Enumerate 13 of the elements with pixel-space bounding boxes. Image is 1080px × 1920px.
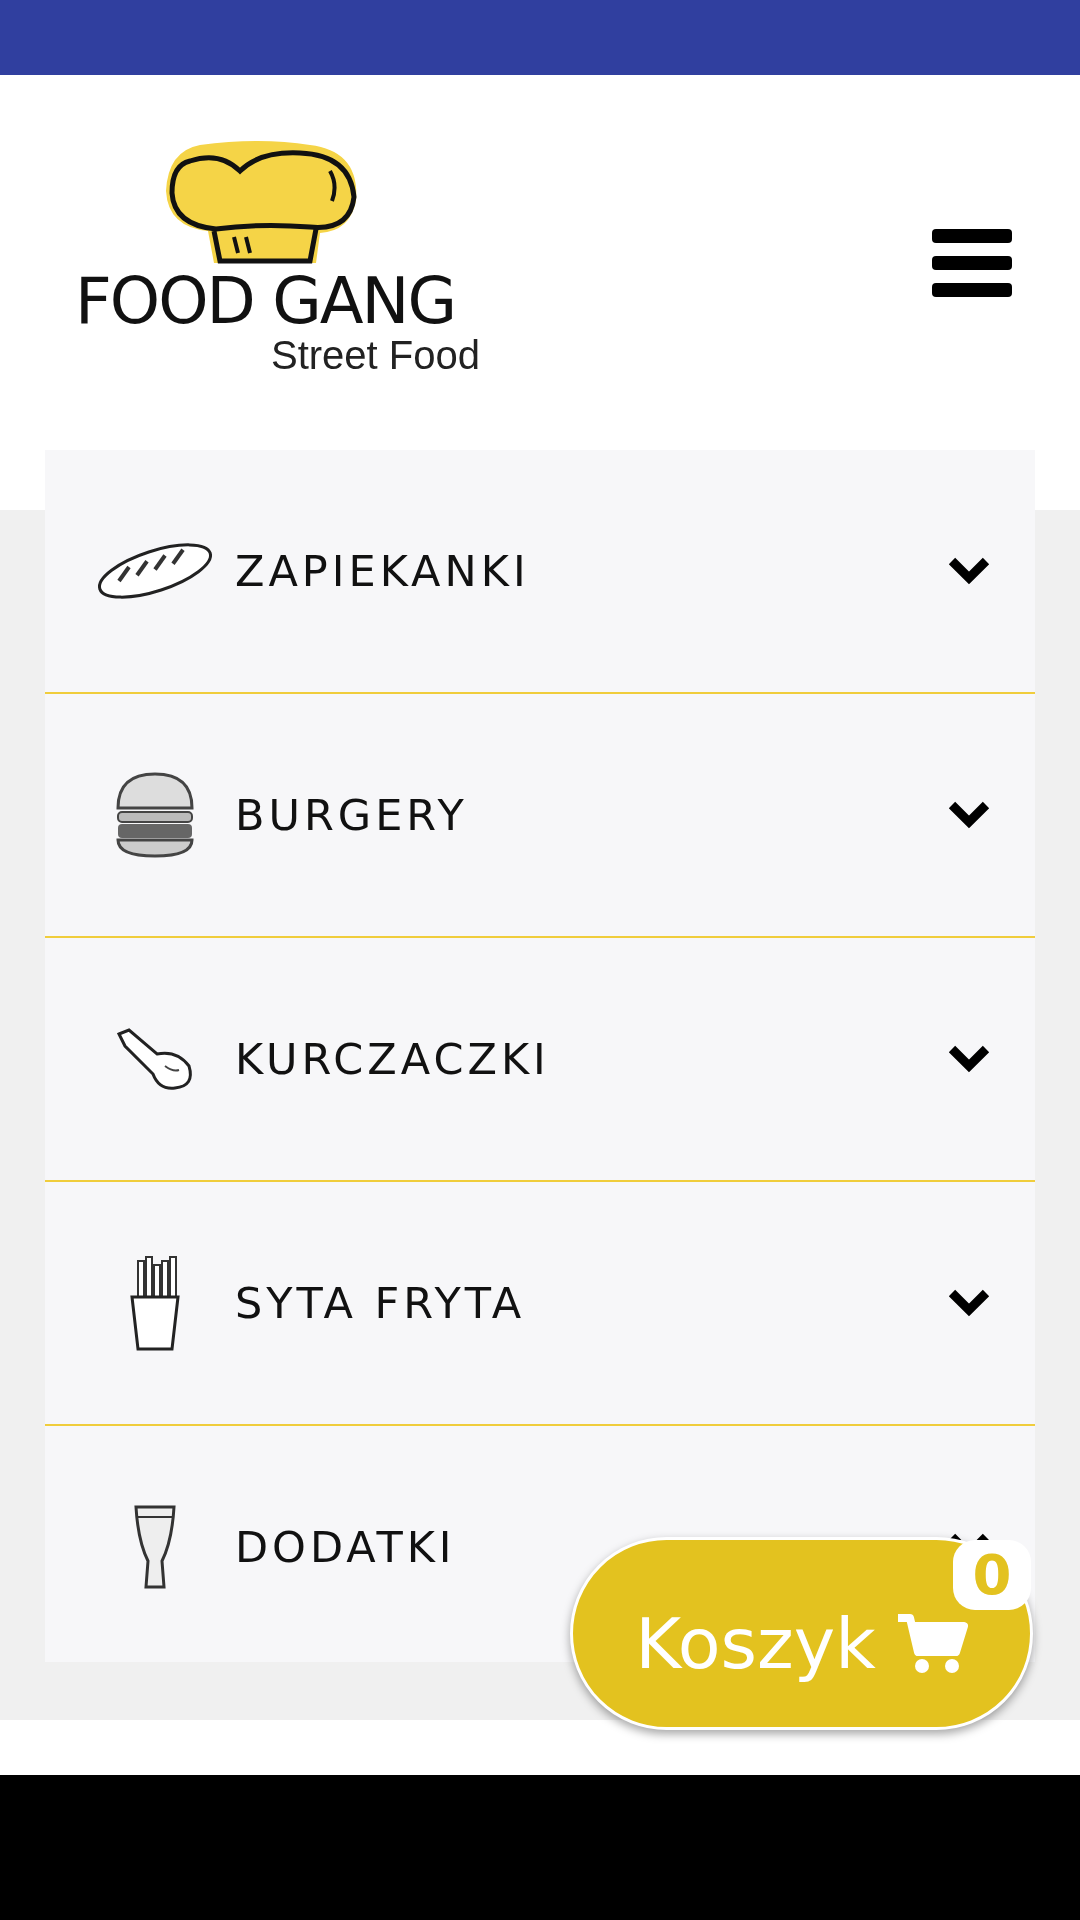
logo-title: FOOD GANG — [75, 268, 455, 333]
menu-button[interactable] — [932, 228, 1012, 297]
cart-icon — [895, 1611, 968, 1676]
category-label[interactable]: SYTA FRYTA — [235, 1278, 526, 1328]
category-label[interactable]: ZAPIEKANKI — [235, 546, 530, 596]
fries-icon — [128, 1253, 182, 1353]
category-label[interactable]: KURCZACZKI — [235, 1034, 550, 1084]
category-label[interactable]: BURGERY — [235, 790, 468, 840]
drumstick-icon — [115, 1026, 195, 1092]
cart-count-badge: 0 — [953, 1540, 1031, 1610]
burger-icon — [114, 770, 196, 860]
logo-subtitle: Street Food — [271, 334, 480, 375]
category-label[interactable]: DODATKI — [235, 1522, 456, 1572]
